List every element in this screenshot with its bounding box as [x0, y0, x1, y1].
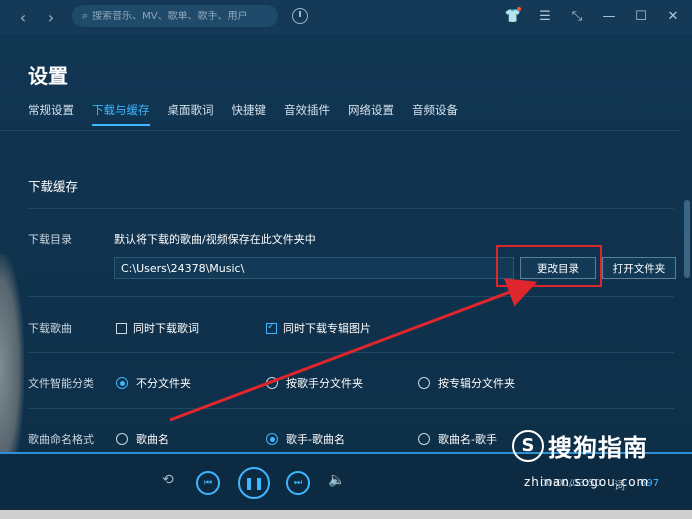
close-icon[interactable]: ✕	[666, 7, 680, 25]
search-box[interactable]: ⌕	[72, 5, 278, 27]
divider	[28, 208, 674, 209]
download-song-label: 下载歌曲	[28, 322, 72, 335]
radio-song-artist[interactable]: 歌曲名-歌手	[418, 431, 497, 447]
minimize-icon[interactable]: —	[602, 7, 616, 25]
smart-category-label: 文件智能分类	[28, 377, 94, 390]
radio-icon[interactable]	[418, 377, 430, 389]
checkbox-checked-icon[interactable]	[266, 321, 277, 334]
tab-network[interactable]: 网络设置	[348, 102, 394, 126]
tab-audio-device[interactable]: 音频设备	[412, 102, 458, 126]
download-dir-description: 默认将下载的歌曲/视频保存在此文件夹中	[114, 233, 316, 246]
radio-song-name[interactable]: 歌曲名	[116, 431, 169, 447]
settings-panel: 设置 常规设置 下载与缓存 桌面歌词 快捷键 音效插件 网络设置 音频设备 下载…	[0, 34, 692, 484]
tabs-divider	[0, 130, 680, 131]
download-lyrics-checkbox[interactable]: 同时下载歌词	[116, 320, 199, 336]
tab-hotkeys[interactable]: 快捷键	[232, 102, 267, 126]
tab-download-cache[interactable]: 下载与缓存	[92, 102, 150, 126]
checkbox-icon[interactable]	[116, 322, 127, 334]
forward-button[interactable]: ›	[38, 4, 64, 30]
window-controls: 👕 ☰ ⤡ — ☐ ✕	[505, 7, 680, 25]
settings-tabs: 常规设置 下载与缓存 桌面歌词 快捷键 音效插件 网络设置 音频设备	[28, 102, 458, 126]
radio-icon[interactable]	[116, 433, 128, 445]
tab-sound-plugins[interactable]: 音效插件	[284, 102, 330, 126]
bottom-strip	[0, 510, 692, 519]
section-title: 下载缓存	[28, 179, 79, 194]
title-bar: ‹ › ⌕ 👕 ☰ ⤡ — ☐ ✕	[0, 0, 692, 34]
radio-icon[interactable]	[418, 433, 430, 445]
radio-label: 歌手-歌曲名	[286, 433, 345, 446]
radio-selected-icon[interactable]	[116, 377, 128, 389]
divider	[28, 408, 674, 409]
volume-icon[interactable]: 🔈	[328, 472, 345, 488]
search-icon: ⌕	[82, 9, 89, 22]
watermark-url: zhinan.sogou.com	[524, 475, 650, 489]
download-dir-label: 下载目录	[28, 233, 72, 246]
radio-by-album[interactable]: 按专辑分文件夹	[418, 375, 515, 391]
watermark-brand: 搜狗指南	[548, 434, 648, 462]
menu-icon[interactable]: ☰	[538, 7, 552, 25]
radio-by-artist[interactable]: 按歌手分文件夹	[266, 375, 363, 391]
scrollbar[interactable]	[684, 200, 690, 278]
tab-general[interactable]: 常规设置	[28, 102, 74, 126]
radio-label: 歌曲名-歌手	[438, 433, 497, 446]
download-album-art-checkbox[interactable]: 同时下载专辑图片	[266, 320, 371, 336]
sogou-logo-icon: S	[512, 429, 544, 462]
radio-label: 按歌手分文件夹	[286, 377, 363, 390]
loop-icon[interactable]: ⟲	[162, 472, 174, 488]
checkbox-label: 同时下载专辑图片	[283, 322, 371, 335]
pause-button[interactable]: ❚❚	[238, 467, 270, 499]
checkbox-label: 同时下载歌词	[133, 322, 199, 335]
maximize-icon[interactable]: ☐	[634, 7, 648, 25]
search-input[interactable]	[92, 10, 263, 22]
radio-no-folder[interactable]: 不分文件夹	[116, 375, 191, 391]
tab-desktop-lyrics[interactable]: 桌面歌词	[168, 102, 214, 126]
highlight-annotation	[496, 245, 602, 287]
divider	[28, 296, 674, 297]
radio-icon[interactable]	[266, 377, 278, 389]
back-button[interactable]: ‹	[10, 4, 36, 30]
radio-selected-icon[interactable]	[266, 433, 278, 445]
radio-artist-song[interactable]: 歌手-歌曲名	[266, 431, 345, 447]
watermark: S 搜狗指南	[512, 428, 648, 463]
background-decoration	[0, 254, 24, 484]
download-path-field[interactable]	[114, 257, 514, 279]
shirt-icon[interactable]: 👕	[505, 7, 521, 25]
open-folder-button[interactable]: 打开文件夹	[602, 257, 676, 279]
radio-label: 歌曲名	[136, 433, 169, 446]
radio-label: 不分文件夹	[136, 377, 191, 390]
mini-mode-icon[interactable]: ⤡	[570, 7, 584, 25]
next-button[interactable]: ⏭	[286, 471, 310, 495]
page-title: 设置	[28, 64, 68, 88]
divider	[28, 352, 674, 353]
naming-format-label: 歌曲命名格式	[28, 433, 94, 446]
history-icon[interactable]	[292, 8, 308, 24]
previous-button[interactable]: ⏮	[196, 471, 220, 495]
radio-label: 按专辑分文件夹	[438, 377, 515, 390]
